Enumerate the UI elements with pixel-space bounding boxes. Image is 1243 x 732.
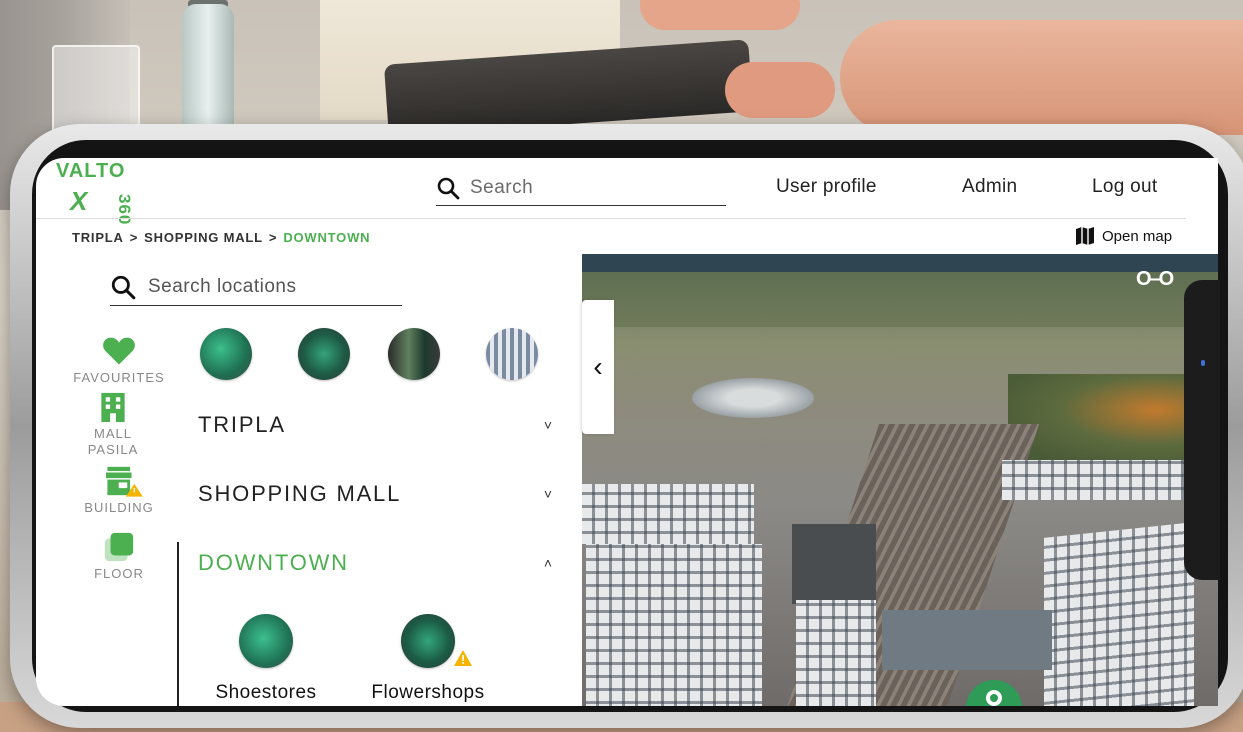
user-profile-link[interactable]: User profile	[776, 176, 877, 198]
group-tripla[interactable]: TRIPLA ˅	[198, 412, 558, 438]
group-label: DOWNTOWN	[198, 550, 349, 575]
global-search	[436, 170, 726, 206]
sidebar-item-building[interactable]: BUILDING	[64, 464, 174, 516]
open-map-button[interactable]: Open map	[1074, 225, 1172, 247]
panorama-building	[796, 600, 876, 706]
group-shopping-mall[interactable]: SHOPPING MALL ˅	[198, 481, 558, 507]
panorama-building	[586, 544, 762, 706]
location-pin-icon[interactable]	[966, 680, 1022, 706]
sidebar-item-mall-pasila[interactable]: MALL PASILA	[58, 390, 168, 458]
open-map-label: Open map	[1102, 227, 1173, 245]
header-divider	[36, 218, 1186, 219]
phone-notch	[1184, 280, 1220, 580]
location-thumbnail[interactable]	[298, 328, 350, 380]
breadcrumb-separator: >	[268, 230, 278, 245]
sidebar-item-label: FAVOURITES	[73, 370, 165, 385]
location-thumbnail[interactable]	[388, 328, 440, 380]
logo-number: 360	[115, 194, 134, 226]
location-thumbnails	[200, 328, 560, 384]
breadcrumb-item-downtown: DOWNTOWN	[283, 230, 371, 245]
collapse-panel-button[interactable]: ‹	[582, 300, 614, 434]
chevron-down-icon: ˅	[543, 486, 552, 502]
panorama-building	[1044, 522, 1194, 706]
breadcrumb-item-tripla[interactable]: TRIPLA	[72, 230, 124, 245]
app-screen: VALTO X 360 User profile Admin Log out T…	[36, 158, 1218, 706]
log-out-link[interactable]: Log out	[1092, 176, 1158, 198]
logo-mark: X	[70, 186, 88, 216]
layers-icon	[101, 530, 137, 564]
sidebar-item-label: FLOOR	[94, 566, 144, 581]
tree-divider	[177, 542, 179, 706]
sidebar-item-label: BUILDING	[84, 500, 154, 515]
breadcrumb: TRIPLA > SHOPPING MALL > DOWNTOWN	[72, 230, 370, 245]
phone-camera	[1201, 360, 1205, 366]
valto-logo[interactable]: VALTO X 360	[56, 160, 176, 225]
heart-icon	[101, 334, 137, 368]
warning-icon	[454, 650, 472, 666]
panorama-sky	[582, 254, 1218, 272]
view-mode-toggle-icon[interactable]: O–O	[1136, 268, 1174, 291]
group-label: TRIPLA	[198, 412, 286, 437]
building-icon	[95, 390, 131, 424]
panorama-building	[1002, 460, 1202, 500]
sidebar-item-favourites[interactable]: FAVOURITES	[64, 334, 174, 386]
panorama-arena	[692, 378, 814, 418]
background-glass	[52, 45, 140, 135]
location-thumbnail[interactable]	[486, 328, 538, 380]
background-hand	[725, 62, 835, 118]
logo-text: VALTO	[56, 160, 126, 182]
search-icon	[111, 275, 136, 299]
location-thumbnail[interactable]	[200, 328, 252, 380]
search-icon	[437, 177, 460, 199]
group-downtown[interactable]: DOWNTOWN ˄	[198, 550, 558, 576]
panorama-horizon	[582, 272, 1218, 327]
breadcrumb-item-shopping-mall[interactable]: SHOPPING MALL	[144, 230, 263, 245]
panorama-building	[582, 484, 754, 544]
chevron-down-icon: ˅	[543, 417, 552, 433]
breadcrumb-separator: >	[129, 230, 139, 245]
location-name: Flowershops	[371, 682, 485, 703]
panorama-roof	[882, 610, 1052, 670]
chevron-left-icon: ‹	[593, 351, 603, 382]
background-bottle	[182, 4, 234, 134]
chevron-up-icon: ˄	[543, 555, 552, 571]
panorama-roof	[792, 524, 876, 604]
background-hand	[640, 0, 800, 30]
sidebar-item-label: MALL PASILA	[87, 426, 139, 457]
location-search-input[interactable]	[148, 275, 388, 298]
location-image	[239, 614, 293, 668]
location-item-flowershops[interactable]: Flowershops	[358, 614, 498, 704]
store-warning-icon	[101, 464, 143, 498]
holding-thumb	[840, 20, 1243, 135]
map-icon	[1076, 227, 1094, 245]
sidebar-item-floor[interactable]: FLOOR	[64, 530, 174, 582]
location-item-shoestores[interactable]: Shoestores	[196, 614, 336, 704]
app-header: VALTO X 360 User profile Admin Log out	[36, 158, 1218, 225]
global-search-input[interactable]	[470, 176, 700, 199]
admin-link[interactable]: Admin	[962, 176, 1017, 198]
panorama-view[interactable]: O–O	[582, 254, 1218, 706]
group-label: SHOPPING MALL	[198, 481, 402, 506]
location-image	[401, 614, 455, 668]
location-search	[110, 268, 402, 306]
location-name: Shoestores	[215, 682, 317, 703]
